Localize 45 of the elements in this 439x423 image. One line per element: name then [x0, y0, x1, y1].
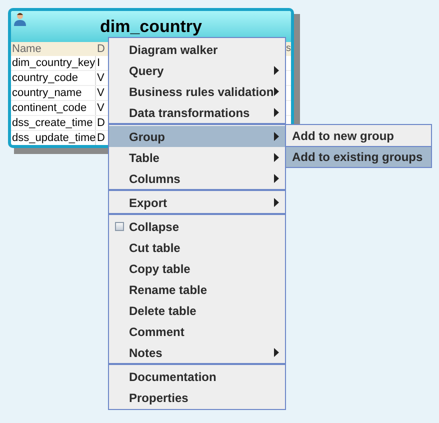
- table-cell: continent_code: [11, 101, 96, 115]
- submenu-arrow-icon: [274, 174, 279, 183]
- menu-item[interactable]: Add to existing groups: [286, 146, 431, 167]
- table-cell: V: [96, 86, 104, 100]
- menu-item[interactable]: Export: [109, 192, 285, 213]
- submenu-arrow-icon: [274, 108, 279, 117]
- table-cell: country_code: [11, 71, 96, 85]
- table-cell: D: [96, 131, 105, 145]
- menu-item[interactable]: Documentation: [109, 366, 285, 387]
- submenu-arrow-icon: [274, 132, 279, 141]
- table-cell: dss_update_time: [11, 131, 96, 145]
- column-header: Name: [11, 42, 42, 56]
- column-header: s: [286, 42, 291, 56]
- table-cell: dim_country_key: [11, 56, 96, 70]
- menu-item[interactable]: Collapse: [109, 216, 285, 237]
- menu-item[interactable]: Delete table: [109, 300, 285, 321]
- menu-item[interactable]: Group: [109, 126, 285, 147]
- table-cell: I: [96, 56, 100, 70]
- submenu-arrow-icon: [274, 153, 279, 162]
- table-cell: V: [96, 71, 104, 85]
- table-cell: country_name: [11, 86, 96, 100]
- menu-item[interactable]: Rename table: [109, 279, 285, 300]
- table-cell: dss_create_time: [11, 116, 96, 130]
- menu-item[interactable]: Columns: [109, 168, 285, 189]
- person-icon: [13, 12, 27, 26]
- menu-item[interactable]: Cut table: [109, 237, 285, 258]
- menu-item[interactable]: Properties: [109, 387, 285, 408]
- column-header: D: [96, 42, 105, 56]
- menu-item[interactable]: Data transformations: [109, 102, 285, 123]
- menu-item[interactable]: Query: [109, 60, 285, 81]
- menu-item[interactable]: Add to new group: [286, 125, 431, 146]
- menu-item[interactable]: Diagram walker: [109, 39, 285, 60]
- table-title: dim_country: [100, 16, 202, 38]
- submenu-arrow-icon: [274, 348, 279, 357]
- table-cell: D: [96, 116, 105, 130]
- table-cell: V: [96, 101, 104, 115]
- menu-item[interactable]: Notes: [109, 342, 285, 363]
- menu-item[interactable]: Table: [109, 147, 285, 168]
- submenu-arrow-icon: [274, 198, 279, 207]
- menu-item[interactable]: Copy table: [109, 258, 285, 279]
- menu-item[interactable]: Business rules validation: [109, 81, 285, 102]
- menu-item[interactable]: Comment: [109, 321, 285, 342]
- submenu-arrow-icon: [274, 66, 279, 75]
- submenu-arrow-icon: [274, 87, 279, 96]
- checkbox[interactable]: [115, 222, 124, 231]
